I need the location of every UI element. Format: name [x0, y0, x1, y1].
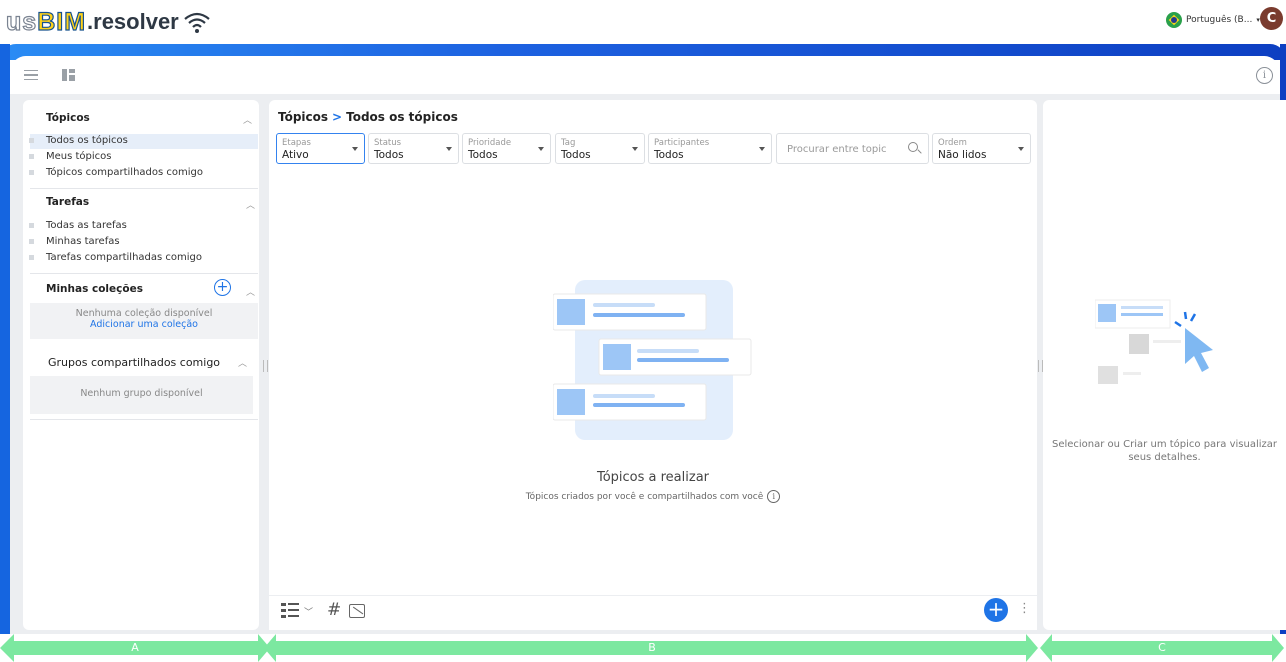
hashtag-icon[interactable]: #	[327, 600, 341, 620]
add-collection-icon[interactable]: +	[214, 279, 231, 296]
bottom-toolbar	[269, 595, 1037, 630]
dropdown-arrow-icon	[538, 147, 544, 151]
dropdown-arrow-icon	[759, 147, 765, 151]
filter-etapas[interactable]: Etapas Ativo	[276, 133, 365, 164]
arrow-right-icon	[1272, 634, 1284, 662]
breadcrumb-separator: >	[332, 110, 343, 124]
add-collection-link[interactable]: Adicionar uma coleção	[30, 319, 258, 330]
avatar[interactable]: C	[1260, 7, 1283, 30]
groups-empty-text: Nenhum grupo disponível	[80, 388, 203, 399]
chevron-up-icon[interactable]: ︿	[238, 356, 247, 369]
select-topic-illustration	[1095, 299, 1213, 384]
wifi-icon	[184, 12, 210, 33]
filter-label: Ordem	[938, 138, 967, 148]
divider	[30, 188, 258, 189]
section-collections-title: Minhas coleções	[46, 283, 143, 295]
region-band-a: A	[10, 641, 260, 655]
detail-empty-message: Selecionar ou Criar um tópico para visua…	[1051, 439, 1278, 463]
search-input[interactable]: Procurar entre topic	[776, 133, 929, 164]
sidebar-item-my-topics[interactable]: Meus tópicos	[29, 151, 112, 162]
region-band-c: C	[1052, 641, 1272, 655]
add-topic-button[interactable]: +	[984, 598, 1008, 622]
empty-state-title: Tópicos a realizar	[596, 470, 710, 485]
section-tasks-title: Tarefas	[46, 196, 90, 208]
divider	[30, 273, 258, 274]
pane-resize-handle[interactable]	[263, 360, 268, 372]
window-frame-left	[0, 44, 10, 634]
filter-participantes[interactable]: Participantes Todos	[648, 133, 772, 164]
filter-label: Participantes	[654, 138, 710, 148]
arrow-left-icon	[0, 634, 14, 662]
groups-empty-state: Nenhum grupo disponível	[30, 376, 253, 414]
arrow-right-icon	[1026, 634, 1038, 662]
breadcrumb-current: Todos os tópicos	[346, 110, 458, 124]
more-options-icon[interactable]: ⋮	[1018, 601, 1031, 616]
app-toolbar	[10, 56, 1280, 94]
empty-state-subtitle: Tópicos criados por você e compartilhado…	[269, 490, 1037, 503]
info-icon[interactable]: i	[767, 490, 781, 503]
top-bar: us BIM .resolver Português (B... ▾ C	[0, 0, 1286, 44]
sidebar-item-my-tasks[interactable]: Minhas tarefas	[29, 236, 120, 247]
brazil-flag-icon	[1166, 12, 1182, 28]
breadcrumb-root[interactable]: Tópicos	[278, 110, 328, 124]
filter-value: Todos	[654, 149, 684, 161]
info-icon[interactable]: i	[1256, 67, 1273, 84]
chevron-up-icon[interactable]: ︿	[246, 198, 255, 211]
filter-value: Todos	[468, 149, 498, 161]
sidebar-item-all-tasks[interactable]: Todas as tarefas	[29, 220, 127, 231]
filter-tag[interactable]: Tag Todos	[555, 133, 645, 164]
language-selector[interactable]: Português (B... ▾	[1166, 12, 1260, 28]
dropdown-arrow-icon	[1018, 147, 1024, 151]
empty-topics-illustration	[553, 280, 752, 440]
sidebar-item-shared-topics[interactable]: Tópicos compartilhados comigo	[28, 167, 203, 178]
filter-prioridade[interactable]: Prioridade Todos	[462, 133, 551, 164]
logo-us: us	[5, 7, 38, 36]
usbim-resolver-logo: us BIM .resolver	[5, 7, 211, 37]
filter-label: Tag	[561, 138, 576, 148]
filter-value: Todos	[561, 149, 591, 161]
search-placeholder: Procurar entre topic	[787, 144, 887, 155]
filter-label: Etapas	[282, 138, 311, 148]
filter-value: Não lidos	[938, 149, 987, 161]
dropdown-arrow-icon	[632, 147, 638, 151]
empty-state-subtitle-text: Tópicos criados por você e compartilhado…	[525, 492, 764, 502]
dropdown-arrow-icon	[446, 147, 452, 151]
divider	[30, 419, 258, 420]
search-icon[interactable]	[908, 142, 918, 152]
sidebar-item-all-topics[interactable]: Todos os tópicos	[29, 135, 128, 146]
chevron-down-icon[interactable]: ﹀	[304, 605, 313, 618]
logo-bim: BIM	[37, 7, 87, 36]
logo-resolver: .resolver	[87, 9, 179, 34]
filter-status[interactable]: Status Todos	[368, 133, 459, 164]
filter-label: Prioridade	[468, 138, 512, 148]
section-groups-title: Grupos compartilhados comigo	[48, 356, 221, 369]
collections-empty-state: Nenhuma coleção disponível Adicionar uma…	[30, 303, 258, 339]
sidebar-item-shared-tasks[interactable]: Tarefas compartilhadas comigo	[28, 252, 202, 263]
language-label: Português (B...	[1186, 15, 1253, 25]
arrow-left-icon	[264, 634, 276, 662]
list-view-icon[interactable]	[281, 602, 303, 622]
dropdown-arrow-icon	[352, 147, 358, 151]
arrow-left-icon	[1040, 634, 1052, 662]
collections-empty-text: Nenhuma coleção disponível	[75, 308, 213, 319]
chevron-up-icon[interactable]: ︿	[243, 113, 252, 126]
section-topics-title: Tópicos	[46, 112, 90, 124]
image-off-icon[interactable]	[349, 604, 365, 618]
region-band-b: B	[276, 641, 1028, 655]
layout-icon[interactable]	[62, 69, 75, 81]
chevron-up-icon[interactable]: ︿	[246, 285, 255, 298]
filter-value: Todos	[374, 149, 404, 161]
hamburger-menu-icon[interactable]	[24, 70, 38, 80]
filter-ordem[interactable]: Ordem Não lidos	[932, 133, 1031, 164]
filter-value: Ativo	[282, 149, 309, 161]
filter-label: Status	[374, 138, 402, 148]
breadcrumb: Tópicos > Todos os tópicos	[278, 110, 458, 124]
